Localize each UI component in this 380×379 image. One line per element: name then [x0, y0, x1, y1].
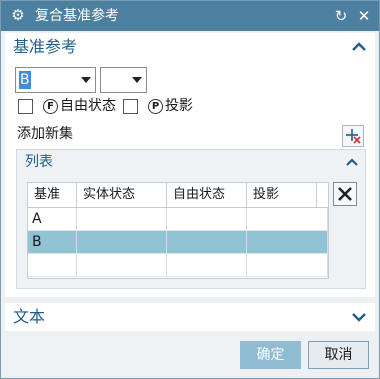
gear-icon[interactable]: ⚙ — [9, 6, 27, 24]
projected-symbol-icon: P — [148, 99, 163, 114]
text-section-title: 文本 — [13, 307, 46, 326]
datum-table: 基准 实体状态 自由状态 投影 A B — [27, 182, 329, 279]
table-cell-empty — [77, 254, 167, 276]
table-cell-free-state — [167, 208, 247, 230]
chevron-down-icon — [132, 77, 142, 83]
column-header-material-state: 实体状态 — [77, 183, 167, 207]
column-header-projected: 投影 — [247, 183, 317, 207]
title-bar: ⚙ 复合基准参考 ↻ ✕ — [1, 1, 379, 31]
datum-select-value: B — [19, 71, 31, 89]
table-row[interactable]: A — [28, 208, 328, 231]
free-state-label: 自由状态 — [60, 98, 116, 114]
table-row-empty — [28, 254, 328, 277]
dialog-title: 复合基准参考 — [35, 8, 119, 24]
free-state-symbol-icon: F — [43, 99, 58, 114]
table-cell-empty — [247, 254, 328, 276]
table-cell-datum: B — [28, 231, 77, 253]
chevron-up-icon[interactable] — [343, 153, 361, 171]
add-datum-icon — [346, 129, 361, 144]
add-set-label: 添加新集 — [17, 126, 73, 142]
datum-select[interactable]: B — [15, 67, 96, 93]
projected-checkbox[interactable] — [123, 99, 138, 114]
table-cell-material-state — [77, 208, 167, 230]
projected-label: 投影 — [165, 98, 193, 114]
ok-button[interactable]: 确定 — [240, 341, 301, 369]
datum-section-title: 基准参考 — [13, 37, 78, 56]
table-header: 基准 实体状态 自由状态 投影 — [28, 183, 328, 208]
table-cell-empty — [167, 254, 247, 276]
table-cell-projected — [247, 208, 328, 230]
remove-datum-button[interactable] — [333, 182, 357, 206]
free-state-checkbox[interactable] — [18, 99, 33, 114]
datum-section-header[interactable]: 基准参考 — [5, 33, 375, 61]
column-header-datum: 基准 — [28, 183, 77, 207]
table-row[interactable]: B — [28, 231, 328, 254]
text-section-header[interactable]: 文本 — [5, 303, 375, 331]
cancel-button[interactable]: 取消 — [308, 341, 369, 369]
table-cell-empty — [28, 254, 77, 276]
table-cell-material-state — [77, 231, 167, 253]
chevron-up-icon[interactable] — [349, 37, 369, 57]
delete-x-icon — [338, 187, 352, 201]
chevron-down-icon[interactable] — [349, 307, 369, 327]
table-cell-free-state — [167, 231, 247, 253]
modifier-select-value — [104, 71, 106, 89]
add-set-button[interactable] — [342, 125, 364, 147]
close-icon[interactable]: ✕ — [354, 6, 374, 26]
list-group-title: 列表 — [25, 154, 53, 170]
reset-icon[interactable]: ↻ — [331, 6, 351, 26]
modifier-select[interactable] — [100, 67, 147, 93]
composite-datum-dialog: ⚙ 复合基准参考 ↻ ✕ 基准参考 B F 自由状态 P 投影 添加新集 列表 … — [0, 0, 380, 379]
table-cell-datum: A — [28, 208, 77, 230]
chevron-down-icon — [81, 77, 91, 83]
column-header-free-state: 自由状态 — [167, 183, 247, 207]
table-cell-projected — [247, 231, 328, 253]
